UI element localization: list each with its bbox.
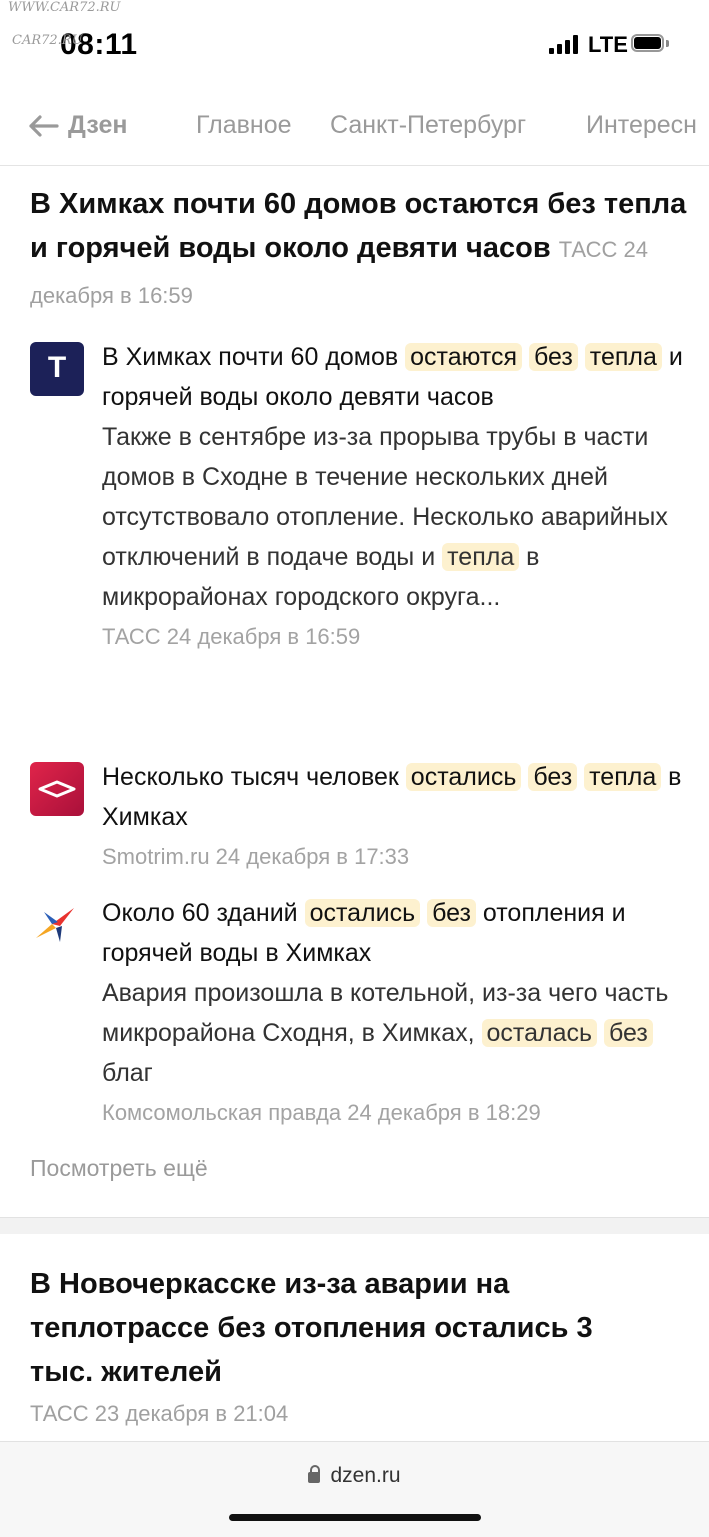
tab-saint-petersburg[interactable]: Санкт-Петербург xyxy=(330,111,526,140)
text-fragment: Около 60 зданий xyxy=(102,899,305,927)
network-type: LTE xyxy=(588,32,628,57)
text-fragment xyxy=(578,343,585,371)
text-fragment: благ xyxy=(102,1059,153,1087)
back-label: Дзен xyxy=(68,111,128,139)
address-bar[interactable]: dzen.ru xyxy=(0,1464,709,1488)
tass-logo: Т xyxy=(30,342,84,396)
story2-headline[interactable]: В Новочеркасске из-за аварии на теплотра… xyxy=(30,1262,630,1394)
highlighted-term: без xyxy=(528,343,578,371)
home-indicator[interactable] xyxy=(229,1514,481,1521)
swallow-logo-icon xyxy=(30,898,84,952)
highlighted-term: тепла xyxy=(442,543,520,571)
watermark-overlay: CAR72.RU xyxy=(12,33,83,48)
tab-interesting[interactable]: Интересн xyxy=(586,111,697,140)
top-navigation: Дзен Главное Санкт-Петербург Интересн xyxy=(0,95,709,166)
news-item-source: Комсомольская правда 24 декабря в 18:29 xyxy=(102,1100,541,1125)
highlighted-term: без xyxy=(603,1019,653,1047)
text-fragment: Также в сентябре из-за прорыва трубы в ч… xyxy=(102,423,668,571)
story-headline[interactable]: В Химках почти 60 домов остаются без теп… xyxy=(30,182,690,318)
news-item-title[interactable]: Около 60 зданий остались без отопления и… xyxy=(102,893,692,973)
show-more-link[interactable]: Посмотреть ещё xyxy=(30,1155,208,1182)
text-fragment xyxy=(522,343,529,371)
news-item-title[interactable]: В Химках почти 60 домов остаются без теп… xyxy=(102,337,692,417)
highlighted-term: тепла xyxy=(584,343,662,371)
highlighted-term: остались xyxy=(304,899,421,927)
back-arrow-icon xyxy=(29,114,59,137)
text-fragment: Несколько тысяч человек xyxy=(102,763,406,791)
highlighted-term: без xyxy=(427,899,476,927)
tab-main[interactable]: Главное xyxy=(196,111,292,140)
highlighted-term: без xyxy=(528,763,578,791)
battery-icon xyxy=(631,34,669,54)
highlighted-term: остаются xyxy=(405,343,523,371)
smotrim-eye-icon xyxy=(38,780,76,798)
text-fragment: В Химках почти 60 домов xyxy=(102,343,406,371)
news-item-source: Smotrim.ru 24 декабря в 17:33 xyxy=(102,844,410,869)
news-item-source: ТАСС 24 декабря в 16:59 xyxy=(102,624,361,649)
story2-meta: ТАСС 23 декабря в 21:04 xyxy=(30,1401,289,1426)
smotrim-logo xyxy=(30,762,84,816)
section-divider xyxy=(0,1217,709,1234)
back-button[interactable]: Дзен xyxy=(28,111,128,140)
cellular-signal-icon xyxy=(549,34,581,54)
text-fragment xyxy=(597,1019,604,1047)
news-item-snippet: Авария произошла в котельной, из-за чего… xyxy=(102,973,692,1093)
watermark: WWW.CAR72.RU xyxy=(8,0,121,15)
tass-logo-letter: Т xyxy=(47,351,67,384)
highlighted-term: осталась xyxy=(481,1019,598,1047)
highlighted-term: тепла xyxy=(584,763,662,791)
news-item-title[interactable]: Несколько тысяч человек остались без теп… xyxy=(102,757,692,837)
news-item-snippet: Также в сентябре из-за прорыва трубы в ч… xyxy=(102,417,692,617)
url-text: dzen.ru xyxy=(330,1464,401,1487)
lock-icon xyxy=(308,1465,321,1483)
browser-bottom-bar: dzen.ru xyxy=(0,1441,709,1537)
highlighted-term: остались xyxy=(405,763,522,791)
